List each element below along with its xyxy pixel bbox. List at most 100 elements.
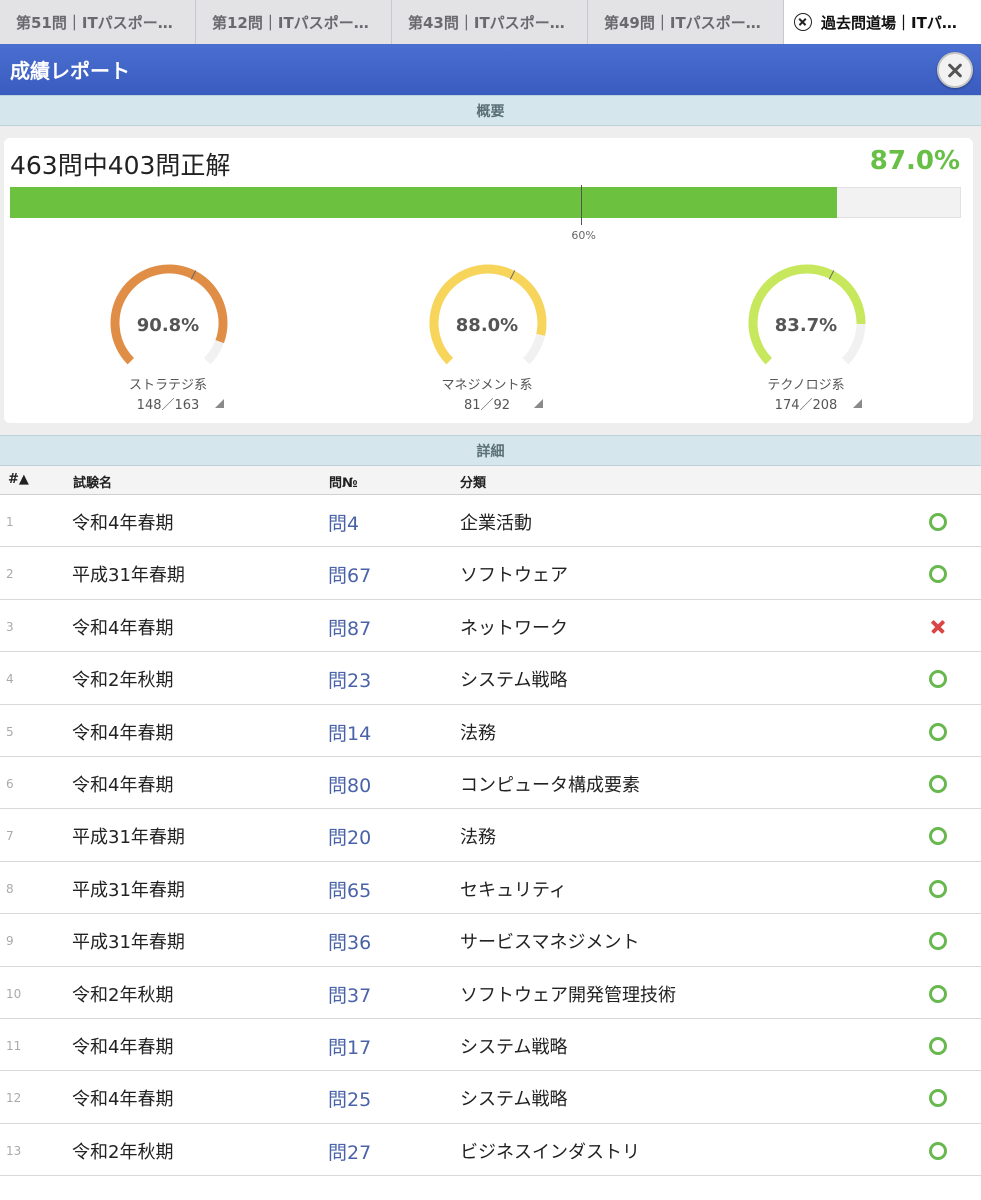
row-number: 5 [6,724,14,739]
row-number: 2 [6,567,14,582]
row-number: 7 [6,829,14,844]
expand-triangle-icon[interactable] [534,399,543,408]
exam-name: 令和4年春期 [72,513,174,534]
table-row[interactable]: 9 平成31年春期 問36 サービスマネジメント [0,914,981,967]
table-row[interactable]: 6 令和4年春期 問80 コンピュータ構成要素 [0,756,981,810]
table-row[interactable]: 10 令和2年秋期 問37 ソフトウェア開発管理技術 [0,966,981,1019]
gauge-management: 88.0% マネジメント系 81／92 [427,262,557,413]
row-number: 6 [6,776,14,791]
tab-label: 第51問｜ITパスポー… [16,13,173,32]
category: 法務 [460,722,496,744]
question-link[interactable]: 問25 [328,1085,371,1112]
section-label: 詳細 [476,443,505,460]
column-header-question[interactable]: 問№ [329,472,358,491]
row-number: 1 [6,515,14,529]
category: システム戦略 [460,670,568,692]
exam-name: 平成31年春期 [72,827,185,849]
exam-name: 令和4年春期 [72,1089,174,1111]
question-link[interactable]: 問36 [328,928,371,955]
category: ビジネスインダストリ [460,1141,640,1163]
tab-active[interactable]: 過去問道場｜ITパ… [784,0,981,44]
gauge-technology: 83.7% テクノロジ系 174／208 [746,262,876,413]
correct-circle-icon [929,565,947,584]
question-link[interactable]: 問23 [328,666,371,693]
gauge-name: テクノロジ系 [767,378,845,393]
column-header-num[interactable]: #▲ [8,472,29,487]
question-link[interactable]: 問4 [328,509,359,536]
gauge-name: マネジメント系 [441,378,533,393]
row-number: 12 [6,1091,22,1106]
table-row[interactable]: 5 令和4年春期 問14 法務 [0,704,981,757]
close-button[interactable] [937,52,973,88]
table-row[interactable]: 13 令和2年秋期 問27 ビジネスインダストリ [0,1123,981,1177]
category: ネットワーク [460,617,568,639]
category: システム戦略 [460,1036,568,1058]
gauge-percent: 83.7% [774,315,838,336]
section-label: 概要 [476,103,505,120]
tab-2[interactable]: 第12問｜ITパスポー… [196,0,392,44]
pass-line-label: 60% [571,229,596,242]
table-row[interactable]: 4 令和2年秋期 問23 システム戦略 [0,652,981,705]
question-link[interactable]: 問65 [328,876,371,903]
pass-line-marker [580,185,582,225]
expand-triangle-icon[interactable] [853,399,862,408]
correct-circle-icon [929,879,947,898]
gauge-percent: 90.8% [136,315,200,336]
tab-4[interactable]: 第49問｜ITパスポー… [588,0,784,44]
question-link[interactable]: 問27 [328,1138,371,1165]
tab-label: 過去問道場｜ITパ… [821,13,957,32]
row-number: 4 [6,672,14,687]
gauge-name: ストラテジ系 [128,378,207,393]
category: システム戦略 [460,1089,568,1111]
question-link[interactable]: 問37 [328,981,371,1008]
score-summary: 463問中403問正解 [10,151,231,180]
tab-close-icon[interactable] [794,13,812,31]
question-link[interactable]: 問67 [328,561,371,588]
table-row[interactable]: 7 平成31年春期 問20 法務 [0,809,981,862]
exam-name: 令和4年春期 [72,774,174,796]
browser-tab-bar: 第51問｜ITパスポー… 第12問｜ITパスポー… 第43問｜ITパスポー… 第… [0,0,981,44]
tab-label: 第43問｜ITパスポー… [408,13,565,32]
table-row[interactable]: 3 令和4年春期 問87 ネットワーク [0,599,981,653]
results-table: 1 令和4年春期 問4 企業活動 2 平成31年春期 問67 ソフトウェア 3 令和4年春期 問87… [0,495,981,1177]
gauge-count: 81／92 [463,398,511,413]
row-number: 3 [6,619,14,634]
question-link[interactable]: 問20 [328,823,371,850]
question-link[interactable]: 問17 [328,1033,371,1060]
table-row[interactable]: 1 令和4年春期 問4 企業活動 [0,495,981,548]
exam-name: 令和4年春期 [72,1036,174,1058]
tab-label: 第12問｜ITパスポー… [212,13,369,32]
details-section-header: 詳細 [0,435,981,466]
table-row[interactable]: 12 令和4年春期 問25 システム戦略 [0,1071,981,1124]
correct-circle-icon [929,1141,947,1160]
exam-name: 令和2年秋期 [72,670,174,692]
column-header-category[interactable]: 分類 [460,472,486,491]
correct-circle-icon [929,984,947,1003]
table-row[interactable]: 2 平成31年春期 問67 ソフトウェア [0,547,981,600]
gauge-count: 174／208 [774,398,838,413]
question-link[interactable]: 問87 [328,614,371,641]
tab-1[interactable]: 第51問｜ITパスポー… [0,0,196,44]
correct-circle-icon [929,1089,947,1108]
table-row[interactable]: 11 令和4年春期 問17 システム戦略 [0,1018,981,1072]
correct-circle-icon [929,722,947,741]
wrong-cross-icon [929,618,947,636]
table-header: #▲ 試験名 問№ 分類 [0,466,981,495]
correct-circle-icon [929,827,947,846]
page-title: 成績レポート [10,59,130,83]
question-link[interactable]: 問80 [328,771,371,798]
exam-name: 平成31年春期 [72,565,185,587]
tab-3[interactable]: 第43問｜ITパスポー… [392,0,588,44]
correct-circle-icon [929,670,947,689]
category: ソフトウェア [460,565,568,587]
row-number: 13 [6,1143,22,1158]
expand-triangle-icon[interactable] [215,399,224,408]
row-number: 10 [6,986,22,1001]
question-link[interactable]: 問14 [328,719,371,746]
exam-name: 令和4年春期 [72,617,174,639]
column-header-exam[interactable]: 試験名 [73,472,112,491]
correct-circle-icon [929,774,947,793]
table-row[interactable]: 8 平成31年春期 問65 セキュリティ [0,861,981,915]
correct-circle-icon [929,932,947,951]
exam-name: 平成31年春期 [72,932,185,954]
